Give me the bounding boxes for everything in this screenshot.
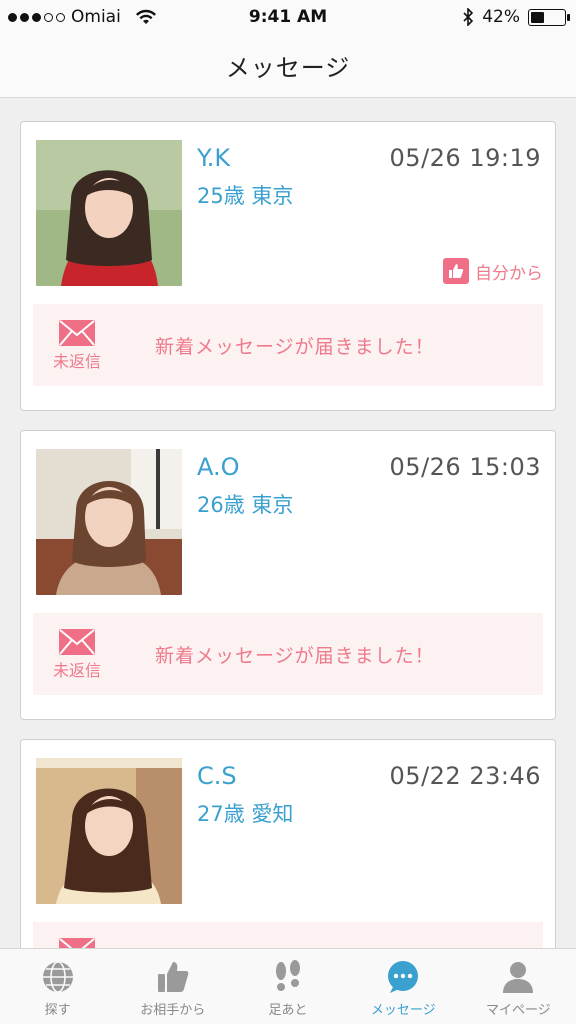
tab-bar: 探す お相手から 足あと メッセージ マイページ [0, 948, 576, 1024]
profile-photo[interactable] [36, 449, 182, 595]
tab-label: 探す [44, 1003, 71, 1018]
tab-likes-received[interactable]: お相手から [115, 949, 230, 1024]
bluetooth-icon [463, 8, 474, 26]
thumbs-up-icon [157, 962, 189, 992]
globe-icon [42, 961, 73, 993]
message-text: 新着メッセージが届きました！ [155, 645, 435, 667]
tab-label: マイページ [486, 1003, 551, 1018]
message-date: 05/26 19:19 [389, 144, 541, 172]
envelope-icon [59, 629, 95, 655]
page-title: メッセージ [225, 54, 351, 82]
message-preview[interactable]: 未返信 新着メッセージが届きました！ [33, 613, 543, 695]
battery-percent: 42% [482, 7, 520, 27]
partner-name[interactable]: C.S [197, 762, 237, 790]
message-preview[interactable] [33, 922, 543, 948]
message-date: 05/26 15:03 [389, 453, 541, 481]
tab-footprints[interactable]: 足あと [230, 949, 345, 1024]
partner-name[interactable]: A.O [197, 453, 240, 481]
envelope-icon [59, 320, 95, 346]
tab-label: 足あと [268, 1003, 308, 1018]
tab-label: メッセージ [370, 1003, 436, 1018]
unreplied-status [47, 938, 107, 948]
tab-search[interactable]: 探す [0, 949, 115, 1024]
status-bar: Omiai 9:41 AM 42% [0, 0, 576, 34]
thumbs-up-icon [443, 258, 469, 284]
nav-bar: メッセージ [0, 34, 576, 98]
unreplied-status: 未返信 [47, 629, 107, 681]
unreplied-label: 未返信 [52, 661, 101, 680]
message-date: 05/22 23:46 [389, 762, 541, 790]
conversation-card[interactable]: Y.K 25歳 東京 05/26 19:19 自分から 未返信 新着メッセージが… [20, 121, 556, 411]
message-text: 新着メッセージが届きました！ [155, 336, 435, 358]
message-preview[interactable]: 未返信 新着メッセージが届きました！ [33, 304, 543, 386]
from-self-label: 自分から [475, 263, 543, 284]
tab-label: お相手から [140, 1003, 206, 1018]
chat-bubble-icon [388, 961, 419, 993]
unreplied-status: 未返信 [47, 320, 107, 372]
conversation-card[interactable]: C.S 27歳 愛知 05/22 23:46 [20, 739, 556, 948]
from-self-badge: 自分から [443, 258, 543, 284]
battery-icon [528, 8, 570, 26]
partner-age-location: 25歳 東京 [197, 184, 294, 208]
partner-name[interactable]: Y.K [197, 144, 230, 172]
conversation-list[interactable]: Y.K 25歳 東京 05/26 19:19 自分から 未返信 新着メッセージが… [0, 98, 576, 948]
profile-photo[interactable] [36, 758, 182, 904]
partner-age-location: 27歳 愛知 [197, 802, 294, 826]
unreplied-label: 未返信 [52, 352, 101, 371]
footprints-icon [276, 960, 300, 991]
envelope-icon [59, 938, 95, 948]
battery-level [531, 11, 544, 23]
tab-messages[interactable]: メッセージ [346, 949, 461, 1024]
profile-photo[interactable] [36, 140, 182, 286]
person-icon [503, 962, 534, 993]
partner-age-location: 26歳 東京 [197, 493, 294, 517]
conversation-card[interactable]: A.O 26歳 東京 05/26 15:03 未返信 新着メッセージが届きました… [20, 430, 556, 720]
tab-my-page[interactable]: マイページ [461, 949, 576, 1024]
status-right: 42% [462, 7, 570, 27]
